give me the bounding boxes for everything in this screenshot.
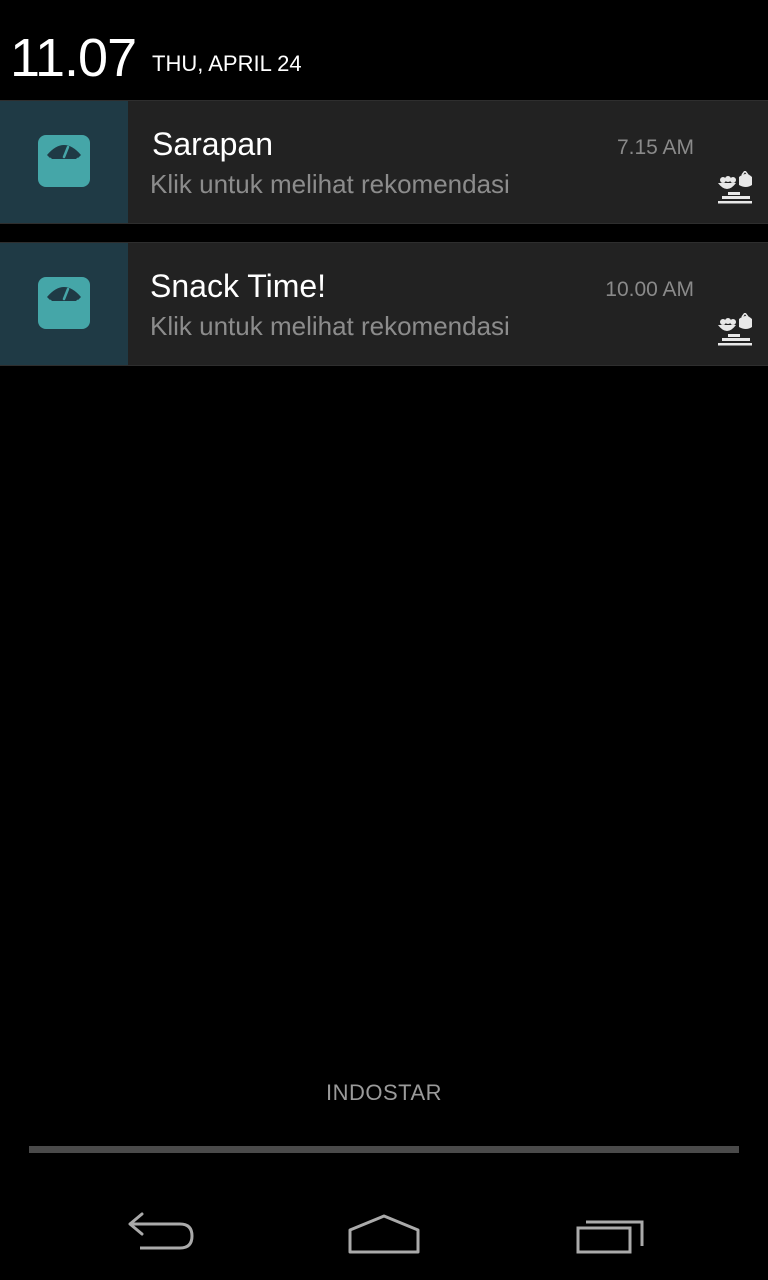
shade-header: 11.07 THU, APRIL 24 [0,0,768,100]
food-icon [718,313,752,346]
notification-sarapan[interactable]: Sarapan 7.15 AM Klik untuk melihat rekom… [0,100,768,224]
scale-icon [38,135,90,187]
recent-apps-icon[interactable] [562,1206,658,1266]
notification-shade: 11.07 THU, APRIL 24 Sarapan 7.15 AM Klik… [0,0,768,1280]
carrier-label: INDOSTAR [325,1080,443,1105]
home-icon[interactable] [336,1206,432,1266]
notification-time: 10.00 AM [605,278,694,301]
notification-text: Klik untuk melihat rekomendasi [150,169,510,199]
notification-snack-time[interactable]: Snack Time! 10.00 AM Klik untuk melihat … [0,242,768,366]
date[interactable]: THU, APRIL 24 [152,50,302,78]
notification-title: Sarapan [152,126,273,162]
scale-icon [38,277,90,329]
food-icon [718,171,752,204]
notification-icon-area [0,101,128,223]
notification-title: Snack Time! [150,268,327,304]
notification-icon-area [0,243,128,365]
navigation-bar [0,1186,768,1280]
shade-drag-handle[interactable] [29,1146,739,1153]
back-icon[interactable] [112,1206,208,1266]
notification-text: Klik untuk melihat rekomendasi [150,311,510,341]
notification-time: 7.15 AM [616,136,694,159]
clock[interactable]: 11.07 [10,28,137,88]
